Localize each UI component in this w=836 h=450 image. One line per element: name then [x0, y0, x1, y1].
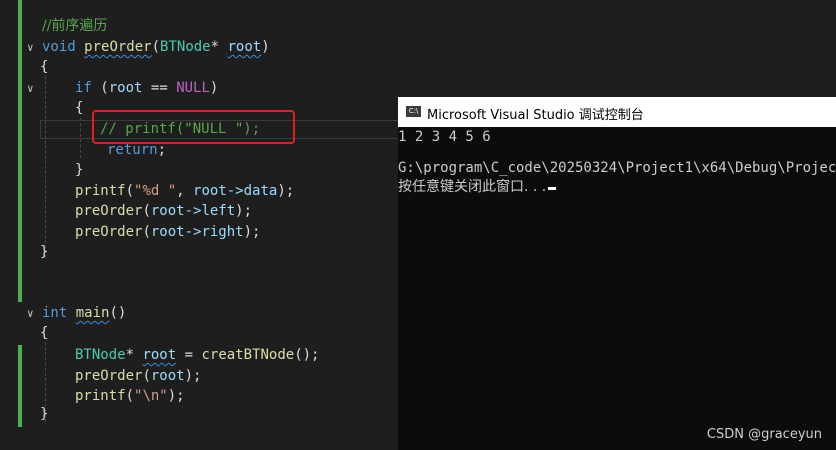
var-root: root [142, 347, 177, 363]
keyword-if: if [75, 80, 92, 96]
code-line-call-right[interactable]: preOrder(root->right); [75, 222, 260, 242]
fold-chevron-icon[interactable]: ∨ [27, 83, 39, 95]
function-call-preorder: preOrder [75, 368, 143, 384]
keyword-void: void [42, 39, 76, 55]
watermark: CSDN @graceyun [706, 427, 822, 442]
expr-root-right: root->right [150, 224, 244, 240]
brace-close: } [40, 406, 49, 422]
code-line-printf-newline[interactable]: printf("\n"); [75, 386, 185, 406]
function-name-main: main [75, 305, 110, 321]
function-name-preorder: preOrder [84, 39, 152, 55]
pointer-star: * [210, 39, 220, 55]
pointer-star: * [125, 347, 135, 363]
expr-root-data: root->data [193, 183, 278, 199]
header-comment: //前序遍历 [42, 18, 108, 34]
brace-close: } [75, 162, 84, 178]
var-root: root [108, 80, 143, 96]
console-path-line: G:\program\C_code\20250324\Project1\x64\… [398, 160, 836, 176]
keyword-int: int [42, 305, 68, 321]
fold-chevron-icon[interactable]: ∨ [27, 308, 39, 320]
code-line-call-preorder[interactable]: preOrder(root); [75, 366, 201, 386]
function-creatbtnode: creatBTNode [201, 347, 295, 363]
code-line-preorder-signature[interactable]: void preOrder(BTNode* root) [42, 37, 270, 57]
param-root: root [227, 39, 262, 55]
function-call-preorder: preOrder [75, 224, 143, 240]
expr-root-left: root->left [150, 203, 236, 219]
function-printf: printf [75, 388, 126, 404]
code-line-call-left[interactable]: preOrder(root->left); [75, 201, 252, 221]
operator-eq: == [150, 80, 168, 96]
brace-close: } [40, 244, 49, 260]
code-line-declaration[interactable]: BTNode* root = creatBTNode(); [75, 345, 319, 365]
code-line-printf[interactable]: printf("%d ", root->data); [75, 181, 294, 201]
annotation-highlight-box [92, 110, 295, 144]
console-prompt-line: 按任意键关闭此窗口. . . [398, 177, 557, 197]
format-string: "%d " [134, 183, 177, 199]
fold-chevron-icon[interactable]: ∨ [27, 42, 39, 54]
console-cursor [548, 187, 557, 190]
function-printf: printf [75, 183, 126, 199]
macro-null: NULL [176, 80, 210, 96]
code-line-main-signature[interactable]: int main() [42, 303, 126, 323]
type-btnode: BTNode [160, 39, 211, 55]
debug-console-window[interactable]: C:\ Microsoft Visual Studio 调试控制台 1 2 3 … [398, 97, 836, 450]
function-call-preorder: preOrder [75, 203, 143, 219]
brace-open: { [40, 59, 49, 75]
brace-open: { [40, 325, 49, 341]
console-title: Microsoft Visual Studio 调试控制台 [427, 108, 644, 123]
console-press-key-text: 按任意键关闭此窗口. . . [398, 179, 547, 195]
change-indicator [18, 0, 22, 302]
change-indicator [18, 345, 22, 427]
code-line-if[interactable]: if (root == NULL) [75, 78, 218, 98]
newline-string: "\n" [134, 388, 168, 404]
code-line-comment[interactable]: //前序遍历 [42, 16, 107, 36]
console-app-icon: C:\ [406, 106, 421, 117]
indent-guide [45, 76, 46, 258]
console-output-line: 1 2 3 4 5 6 [398, 129, 491, 145]
console-titlebar[interactable]: C:\ Microsoft Visual Studio 调试控制台 [398, 97, 836, 127]
brace-open: { [75, 100, 84, 116]
type-btnode: BTNode [75, 347, 126, 363]
keyword-return: return [107, 142, 158, 158]
var-root: root [150, 368, 185, 384]
